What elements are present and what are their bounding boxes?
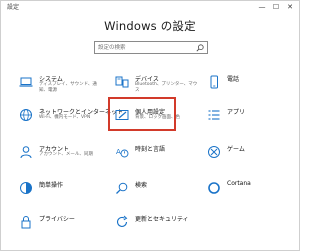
tile-label: 更新とセキュリティ (135, 216, 189, 223)
tile-accounts[interactable]: アカウント アカウント、メール、同期 (15, 141, 105, 171)
phone-icon (210, 75, 218, 89)
tile-description: アカウント、メール、同期 (39, 152, 93, 157)
window-controls: — ☐ ✕ (255, 1, 297, 13)
search-box[interactable] (94, 41, 208, 54)
window-title: 設定 (7, 4, 20, 11)
settings-window: 設定 — ☐ ✕ Windows の設定 システム ディスプレイ、サウンド、通知… (0, 0, 300, 251)
tile-time-language[interactable]: A 時刻と言語 (111, 141, 201, 171)
tile-network[interactable]: ネットワークとインターネット Wi-Fi、機内モード、VPN (15, 104, 123, 134)
tile-ease-of-access[interactable]: 簡単操作 (15, 177, 105, 207)
svg-text:A: A (116, 148, 121, 156)
highlight-box (108, 97, 176, 131)
tile-system[interactable]: システム ディスプレイ、サウンド、通知、電源 (15, 71, 105, 101)
close-button[interactable]: ✕ (283, 1, 297, 13)
tile-description: Wi-Fi、機内モード、VPN (39, 115, 91, 120)
time-language-icon: A (116, 148, 129, 158)
tile-label: 検索 (135, 182, 148, 189)
minimize-button[interactable]: — (255, 1, 269, 13)
maximize-button[interactable]: ☐ (269, 1, 283, 13)
xbox-icon (208, 146, 220, 158)
page-title: Windows の設定 (104, 19, 196, 33)
laptop-icon (19, 77, 33, 87)
tile-label: Cortana (227, 180, 251, 187)
tile-label: アプリ (227, 109, 246, 116)
account-icon (20, 146, 32, 159)
update-icon (116, 215, 128, 227)
title-bar: 設定 — ☐ ✕ (1, 1, 299, 13)
tile-apps[interactable]: アプリ (203, 104, 293, 134)
search-icon (116, 182, 128, 194)
tile-label: プライバシー (39, 216, 75, 223)
search-input[interactable] (95, 42, 195, 53)
tile-phone[interactable]: 電話 (203, 71, 293, 101)
tile-label: ゲーム (227, 146, 245, 153)
lock-icon (21, 216, 31, 229)
search-icon (196, 44, 204, 52)
tile-label: 電話 (227, 76, 240, 83)
tile-label: 時刻と言語 (135, 146, 166, 153)
globe-icon (20, 109, 32, 121)
tile-cortana[interactable]: Cortana (203, 177, 293, 207)
apps-icon (208, 110, 220, 120)
tile-update-security[interactable]: 更新とセキュリティ (111, 211, 201, 241)
tile-search[interactable]: 検索 (111, 177, 201, 207)
tile-label: 簡単操作 (39, 182, 64, 189)
tile-description: Bluetooth、プリンター、マウス (135, 82, 198, 93)
tile-privacy[interactable]: プライバシー (15, 211, 105, 241)
cortana-icon (208, 182, 220, 194)
tile-gaming[interactable]: ゲーム (203, 141, 293, 171)
keyboard-icon (115, 76, 129, 88)
ease-of-access-icon (20, 182, 32, 194)
tile-description: ディスプレイ、サウンド、通知、電源 (39, 82, 97, 93)
